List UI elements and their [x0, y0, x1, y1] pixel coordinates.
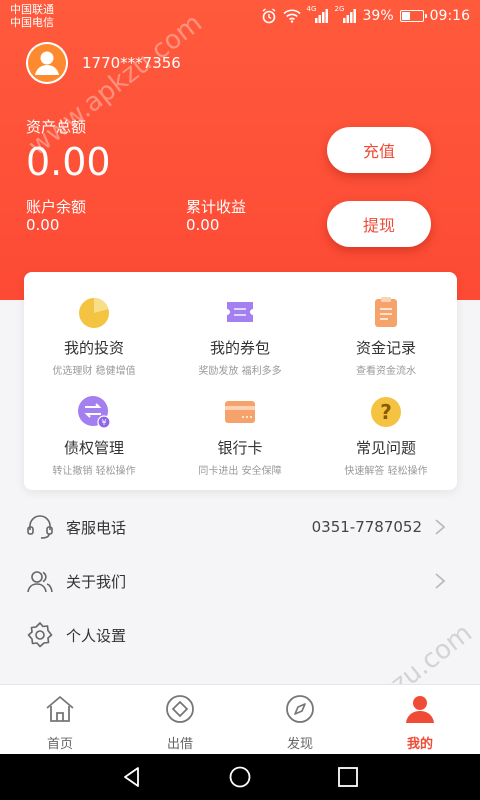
list-item-label: 客服电话	[66, 518, 127, 537]
svg-text:¥: ¥	[101, 418, 106, 427]
grid-item-subtitle: 优选理财 稳健增值	[52, 366, 136, 377]
headset-icon	[27, 515, 53, 539]
tab-mine[interactable]: 我的	[380, 685, 460, 755]
grid-item-subtitle: 转让撤销 轻松操作	[52, 466, 136, 477]
grid-item-bank-card[interactable]: 银行卡 同卡进出 安全保障	[170, 394, 310, 477]
compass-icon	[286, 695, 314, 723]
home-icon	[46, 696, 74, 722]
tab-label: 发现	[286, 737, 313, 752]
grid-item-title: 银行卡	[217, 439, 263, 457]
total-assets-value: 0.00	[26, 140, 111, 184]
grid-item-subtitle: 快速解答 轻松操作	[344, 466, 428, 477]
recents-icon[interactable]	[336, 765, 360, 789]
tab-home[interactable]: 首页	[20, 685, 100, 755]
tab-lend[interactable]: 出借	[140, 685, 220, 755]
wifi-icon	[282, 9, 301, 23]
list-item-settings[interactable]: 个人设置	[0, 608, 480, 662]
signal-4g-icon: 4G	[307, 5, 329, 24]
diamond-circle-icon	[166, 695, 194, 723]
clipboard-icon	[368, 294, 404, 330]
grid-item-subtitle: 同卡进出 安全保障	[198, 466, 282, 477]
battery-percent: 39%	[362, 8, 394, 24]
service-phone-number[interactable]: 0351-7787052	[312, 518, 422, 536]
signal-2g-icon: 2G	[335, 5, 357, 24]
total-assets-label: 资产总额	[26, 118, 87, 136]
battery-icon	[399, 10, 427, 22]
balance-value: 0.00	[26, 216, 60, 234]
grid-item-title: 常见问题	[355, 439, 416, 457]
grid-item-coupons[interactable]: 我的券包 奖励发放 福利多多	[170, 294, 310, 377]
pie-chart-icon	[76, 294, 112, 330]
user-avatar-icon	[26, 42, 68, 84]
transfer-icon: ¥	[76, 394, 112, 430]
avatar[interactable]	[26, 42, 68, 84]
tab-label: 我的	[406, 737, 433, 752]
chevron-right-icon	[435, 519, 446, 535]
user-phone: 1770***7356	[82, 54, 181, 72]
earnings-label: 累计收益	[186, 198, 247, 216]
battery-fill	[401, 12, 411, 20]
svg-text:?: ?	[380, 400, 392, 424]
grid-item-title: 债权管理	[63, 439, 124, 457]
alarm-icon	[262, 8, 275, 24]
balance-label: 账户余额	[26, 198, 87, 216]
earnings-value: 0.00	[186, 216, 220, 234]
clock: 09:16	[429, 8, 470, 24]
grid-item-subtitle: 查看资金流水	[356, 366, 416, 377]
list-item-customer-service[interactable]: 客服电话 0351-7787052	[0, 500, 480, 554]
grid-item-faq[interactable]: ? 常见问题 快速解答 轻松操作	[316, 394, 456, 477]
grid-item-title: 我的券包	[209, 339, 270, 357]
tab-label: 出借	[166, 737, 193, 752]
list-item-label: 个人设置	[66, 626, 127, 645]
tab-label: 首页	[46, 737, 73, 752]
grid-item-title: 我的投资	[63, 339, 124, 357]
carrier-2: 中国电信	[10, 16, 54, 29]
withdraw-button[interactable]: 提现	[327, 201, 431, 247]
back-icon[interactable]	[120, 765, 144, 789]
gear-icon	[27, 622, 53, 648]
grid-item-fund-records[interactable]: 资金记录 查看资金流水	[316, 294, 456, 377]
chevron-right-icon	[435, 573, 446, 589]
carrier-1: 中国联通	[10, 3, 54, 16]
grid-item-investment[interactable]: 我的投资 优选理财 稳健增值	[24, 294, 164, 377]
bottom-tab-bar: 首页 出借 发现 我的	[0, 684, 480, 754]
bank-card-icon	[222, 394, 258, 430]
home-button-icon[interactable]	[228, 765, 252, 789]
list-item-about-us[interactable]: 关于我们	[0, 554, 480, 608]
feature-card: 我的投资 优选理财 稳健增值 我的券包 奖励发放 福利多多 资金记录 查看资金流…	[24, 272, 457, 490]
question-icon: ?	[368, 394, 404, 430]
user-filled-icon	[406, 696, 434, 723]
list-item-label: 关于我们	[66, 572, 127, 591]
grid-item-subtitle: 奖励发放 福利多多	[198, 366, 282, 377]
status-bar: 中国联通 中国电信 4G 2G 39% 09:16	[0, 0, 480, 32]
grid-item-title: 资金记录	[355, 339, 416, 357]
system-navigation-bar	[0, 754, 480, 800]
ticket-icon	[222, 294, 258, 330]
grid-item-debt-management[interactable]: ¥ 债权管理 转让撤销 轻松操作	[24, 394, 164, 477]
recharge-button[interactable]: 充值	[327, 127, 431, 173]
tab-discover[interactable]: 发现	[260, 685, 340, 755]
users-icon	[27, 571, 53, 593]
